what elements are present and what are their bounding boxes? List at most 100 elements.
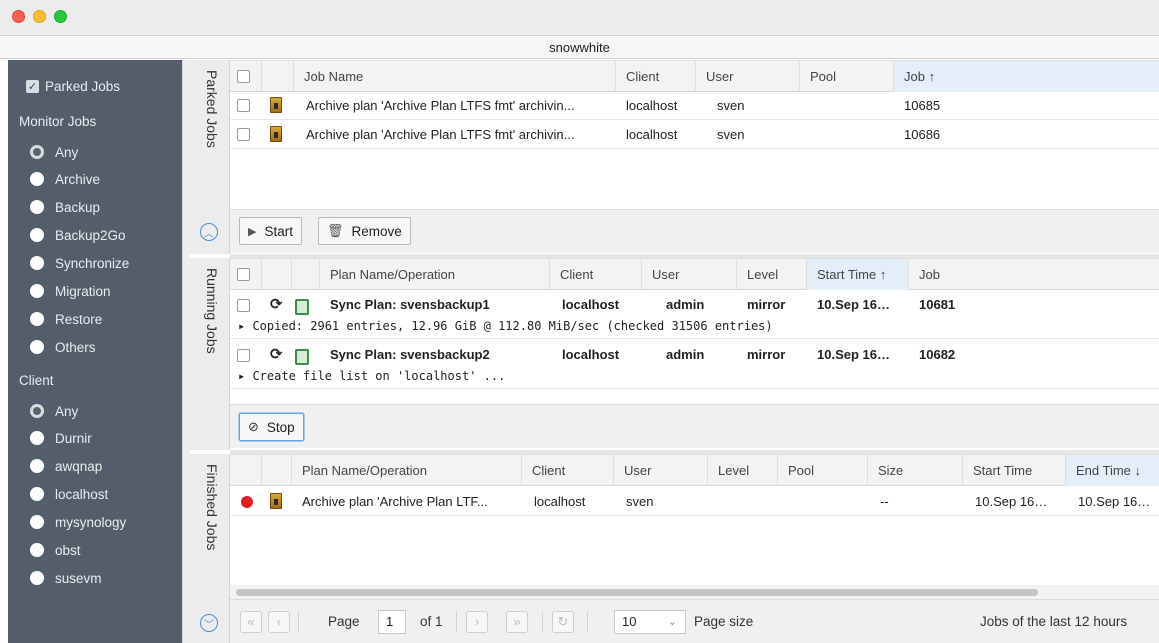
next-page-icon[interactable]: › [466,611,488,633]
monitor-option-migration[interactable]: Migration [30,279,111,303]
monitor-option-label: Migration [55,283,111,299]
radio-icon[interactable] [30,431,44,445]
column-level[interactable]: Level [708,455,778,486]
monitor-option-label: Archive [55,171,101,187]
row-checkbox[interactable] [237,299,250,312]
monitor-option-restore[interactable]: Restore [30,307,102,331]
horizontal-scrollbar[interactable] [230,585,1159,599]
radio-selected-icon[interactable] [30,145,44,159]
radio-icon[interactable] [30,200,44,214]
column-user[interactable]: User [642,259,737,290]
start-button[interactable]: ▶ Start [239,217,302,245]
monitor-option-others[interactable]: Others [30,335,96,359]
stop-circle-icon: ⊘ [248,419,259,434]
column-pool[interactable]: Pool [800,61,894,92]
client-option-mysynology[interactable]: mysynology [30,510,126,534]
monitor-option-any[interactable]: Any [30,140,78,164]
page-label: Page [328,614,360,629]
radio-icon[interactable] [30,571,44,585]
radio-icon[interactable] [30,487,44,501]
column-job-name[interactable]: Job Name [294,61,616,92]
monitor-option-label: Backup2Go [55,227,126,243]
previous-page-icon[interactable]: ‹ [268,611,290,633]
page-size-select[interactable]: 10 ⌄ [614,610,686,634]
radio-icon[interactable] [30,543,44,557]
page-count-label: of 1 [420,614,443,629]
column-end-time[interactable]: End Time ↓ [1066,455,1159,486]
table-row[interactable]: Archive plan 'Archive Plan LTFS fmt' arc… [230,121,1159,149]
client-option-any[interactable]: Any [30,399,78,423]
column-pool[interactable]: Pool [778,455,868,486]
checkbox-checked-icon[interactable]: ✓ [26,79,39,93]
radio-selected-icon[interactable] [30,404,44,418]
reload-icon[interactable]: ↻ [552,611,574,633]
column-client[interactable]: Client [550,259,642,290]
select-all-checkbox[interactable] [237,268,250,281]
monitor-option-backup[interactable]: Backup [30,195,100,219]
close-window-button[interactable] [12,10,25,23]
radio-icon[interactable] [30,312,44,326]
monitor-option-backup2go[interactable]: Backup2Go [30,223,126,247]
column-plan-name[interactable]: Plan Name/Operation [320,259,550,290]
column-job[interactable]: Job ↑ [894,61,1159,92]
table-row[interactable]: Archive plan 'Archive Plan LTF... localh… [230,488,1159,516]
stop-button[interactable]: ⊘ Stop [239,413,304,441]
job-progress-detail[interactable]: ▸ Copied: 2961 entries, 12.96 GiB @ 112.… [230,316,1159,336]
client-option-durnir[interactable]: Durnir [30,426,92,450]
error-status-icon [241,496,253,508]
column-client[interactable]: Client [616,61,696,92]
monitor-option-archive[interactable]: Archive [30,167,100,191]
select-all-header[interactable] [230,61,262,92]
column-client[interactable]: Client [522,455,614,486]
table-row[interactable]: ⟳ Sync Plan: svensbackup2 localhost admi… [230,341,1159,389]
page-number-input[interactable]: 1 [378,610,406,634]
client-option-susevm[interactable]: susevm [30,566,102,590]
column-job[interactable]: Job [909,259,1159,290]
column-plan-name[interactable]: Plan Name/Operation [292,455,522,486]
table-row[interactable]: ⟳ Sync Plan: svensbackup1 localhost admi… [230,291,1159,339]
select-all-header[interactable] [230,259,262,290]
row-checkbox[interactable] [237,99,250,112]
client-option-awqnap[interactable]: awqnap [30,454,102,478]
zoom-window-button[interactable] [54,10,67,23]
client-cell: localhost [562,347,620,362]
column-user[interactable]: User [614,455,708,486]
finished-jobs-section-label: Finished Jobs [204,464,220,551]
scrollbar-thumb[interactable] [236,589,1038,596]
sidebar-splitter[interactable] [182,60,190,643]
start-time-cell: 10.Sep 16… [975,494,1048,509]
collapse-down-icon[interactable]: ﹀ [200,614,218,632]
radio-icon[interactable] [30,228,44,242]
radio-icon[interactable] [30,459,44,473]
radio-icon[interactable] [30,284,44,298]
first-page-icon[interactable]: « [240,611,262,633]
last-page-icon[interactable]: » [506,611,528,633]
collapse-up-icon[interactable]: ︿ [200,223,218,241]
radio-icon[interactable] [30,340,44,354]
client-option-localhost[interactable]: localhost [30,482,108,506]
job-cell: 10682 [919,347,956,362]
parked-jobs-filter[interactable]: ✓ Parked Jobs [26,74,120,98]
remove-button[interactable]: 🗑 Remove [318,217,411,245]
column-start-time[interactable]: Start Time [963,455,1066,486]
client-option-label: awqnap [55,458,103,474]
radio-icon[interactable] [30,256,44,270]
row-checkbox[interactable] [237,128,250,141]
icon-column-header [262,61,294,92]
row-checkbox[interactable] [237,349,250,362]
monitor-option-label: Backup [55,199,101,215]
select-all-checkbox[interactable] [237,70,250,83]
parked-jobs-section-label: Parked Jobs [204,70,220,148]
column-start-time[interactable]: Start Time ↑ [807,259,909,290]
client-option-obst[interactable]: obst [30,538,81,562]
column-user[interactable]: User [696,61,800,92]
finished-jobs-panel: Plan Name/Operation Client User Level Po… [230,454,1159,585]
job-progress-detail[interactable]: ▸ Create file list on 'localhost' ... [230,366,1159,386]
radio-icon[interactable] [30,515,44,529]
minimize-window-button[interactable] [33,10,46,23]
monitor-option-synchronize[interactable]: Synchronize [30,251,129,275]
column-size[interactable]: Size [868,455,963,486]
radio-icon[interactable] [30,172,44,186]
table-row[interactable]: Archive plan 'Archive Plan LTFS fmt' arc… [230,92,1159,120]
column-level[interactable]: Level [737,259,807,290]
